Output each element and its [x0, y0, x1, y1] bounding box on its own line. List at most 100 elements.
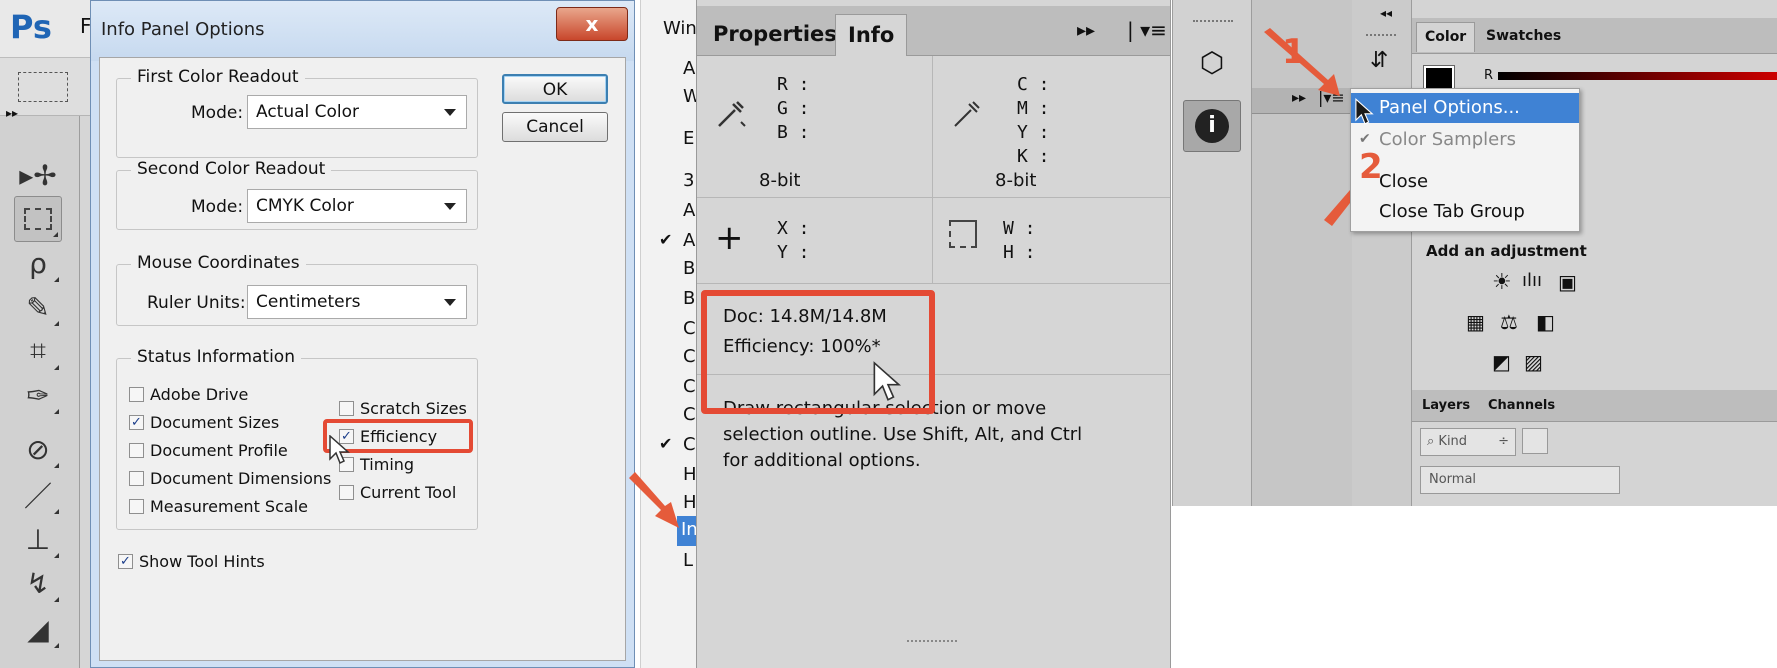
menu-item[interactable]: C — [683, 346, 696, 367]
eyedropper-tool-icon[interactable]: ✑ — [14, 372, 62, 418]
menu-item[interactable]: C — [683, 376, 696, 397]
document-dimensions-checkbox[interactable]: Document Dimensions — [129, 469, 331, 488]
info-panel-icon[interactable]: i — [1183, 100, 1241, 152]
close-button[interactable]: x — [556, 7, 628, 41]
collapse-panel-icon[interactable]: ▸▸ — [1077, 20, 1095, 41]
menu-item[interactable]: C — [683, 318, 696, 339]
healing-brush-tool-icon[interactable]: ⊘ — [14, 426, 62, 472]
menu-item[interactable]: B — [683, 288, 695, 309]
curves-icon[interactable]: ▣ — [1558, 270, 1577, 294]
gradient-map-icon[interactable]: ▨ — [1524, 350, 1543, 374]
chevron-down-icon — [444, 299, 456, 306]
collapse-dock-icon[interactable]: ◂◂ — [1380, 6, 1392, 20]
adobe-drive-checkbox[interactable]: Adobe Drive — [129, 385, 248, 404]
move-tool-icon[interactable]: ▸✢ — [14, 152, 62, 198]
kind-filter-select[interactable]: ⌕ Kind ÷ — [1420, 428, 1516, 456]
document-sizes-checkbox[interactable]: ✓ Document Sizes — [129, 413, 279, 432]
chevron-down-icon — [444, 203, 456, 210]
cursor-arrow-icon — [329, 434, 351, 470]
menu-item[interactable]: L — [683, 550, 693, 571]
menu-item-close-tab-group[interactable]: Close Tab Group — [1379, 201, 1525, 222]
close-icon: x — [585, 12, 599, 36]
readout-k: K : — [1017, 146, 1050, 167]
filter-image-icon[interactable] — [1522, 428, 1548, 454]
menu-item[interactable]: H — [683, 492, 697, 513]
info-panel-options-dialog: Info Panel Options x First Color Readout… — [90, 0, 635, 668]
levels-icon[interactable]: ılıı — [1522, 270, 1542, 291]
readout-c: C : — [1017, 74, 1050, 95]
panel-resize-grip[interactable] — [907, 640, 957, 648]
menu-item[interactable]: 3 — [683, 170, 694, 191]
marquee-preset-icon[interactable] — [18, 72, 68, 102]
show-tool-hints-checkbox[interactable]: ✓ Show Tool Hints — [118, 552, 265, 571]
eraser-tool-icon[interactable]: ◢ — [14, 606, 62, 652]
measurement-scale-checkbox[interactable]: Measurement Scale — [129, 497, 308, 516]
menu-item[interactable]: E — [683, 128, 694, 149]
tab-layers[interactable]: Layers — [1422, 398, 1470, 413]
color-balance-icon[interactable]: ⚖ — [1500, 310, 1518, 334]
second-mode-select[interactable]: CMYK Color — [247, 189, 467, 223]
menu-item[interactable]: A — [683, 200, 695, 221]
menu-item[interactable]: H — [683, 464, 697, 485]
quick-select-tool-icon[interactable]: ✎ — [14, 284, 62, 330]
scratch-sizes-checkbox[interactable]: Scratch Sizes — [339, 399, 467, 418]
panel-menu-icon[interactable]: | ▾≡ — [1127, 18, 1167, 42]
r-slider-track[interactable] — [1498, 72, 1777, 80]
mode-label: Mode: — [191, 103, 244, 123]
tab-info[interactable]: Info — [835, 14, 908, 56]
checkbox-box — [129, 499, 144, 514]
cancel-button[interactable]: Cancel — [502, 112, 608, 142]
ruler-units-label: Ruler Units: — [147, 293, 246, 313]
tab-color[interactable]: Color — [1416, 22, 1476, 52]
dock-grip[interactable] — [1193, 20, 1233, 26]
crosshair-icon: + — [715, 218, 744, 258]
history-brush-tool-icon[interactable]: ↯ — [14, 560, 62, 606]
search-icon: ⌕ — [1427, 434, 1439, 449]
blend-mode-select[interactable]: Normal — [1420, 466, 1620, 494]
tab-channels[interactable]: Channels — [1488, 398, 1555, 413]
arrow-pointer-icon — [627, 470, 683, 537]
ruler-units-select[interactable]: Centimeters — [247, 285, 467, 319]
menu-item[interactable]: C — [683, 434, 696, 455]
menu-item[interactable]: C — [683, 404, 696, 425]
tab-properties[interactable]: Properties — [701, 14, 849, 56]
menu-item[interactable]: A — [683, 230, 695, 251]
checkbox-label: Document Sizes — [150, 413, 280, 432]
bw-icon[interactable]: ◧ — [1536, 310, 1555, 334]
group-legend: First Color Readout — [131, 67, 305, 87]
rgb-bit-depth: 8-bit — [759, 170, 801, 191]
checkmark-icon: ✓ — [129, 415, 144, 430]
stamp-tool-icon[interactable]: ⊥ — [14, 516, 62, 562]
lasso-tool-icon[interactable]: ρ — [14, 240, 62, 286]
collapsed-panel-area: ▸▸ |▾≡ 1 — [1252, 0, 1396, 506]
menu-item-label: Panel Options... — [1379, 97, 1520, 118]
tool-hint-line: for additional options. — [723, 450, 921, 471]
brightness-icon[interactable]: ☀ — [1492, 270, 1512, 295]
history-panel-icon[interactable]: ⇵ — [1370, 48, 1388, 73]
menu-item-close[interactable]: Close — [1379, 171, 1428, 192]
group-legend: Status Information — [131, 347, 301, 367]
menu-item[interactable]: B — [683, 258, 695, 279]
checkbox-label: Current Tool — [360, 483, 457, 502]
window-menu: Win A W E 3 A ✔ A B B C C C C ✔ C H H In… — [629, 0, 701, 668]
menu-item[interactable]: A — [683, 58, 695, 79]
tab-swatches[interactable]: Swatches — [1478, 22, 1569, 52]
first-mode-select[interactable]: Actual Color — [247, 95, 467, 129]
hue-icon[interactable]: ▦ — [1466, 310, 1485, 334]
invert-icon[interactable]: ◩ — [1492, 350, 1511, 374]
brush-tool-icon[interactable]: ／ — [14, 472, 62, 518]
step-1-label: 1 — [1282, 32, 1306, 72]
collapse-toolbox-icon[interactable]: ▸▸ — [6, 106, 18, 120]
dock-grip[interactable] — [1366, 34, 1396, 40]
menu-window[interactable]: Win — [663, 18, 697, 39]
current-tool-checkbox[interactable]: Current Tool — [339, 483, 456, 502]
document-profile-checkbox[interactable]: Document Profile — [129, 441, 288, 460]
status-information-group: Status Information Adobe Drive ✓ Document… — [116, 347, 478, 530]
chevron-down-icon — [444, 109, 456, 116]
ok-button[interactable]: OK — [502, 74, 608, 104]
3d-panel-icon[interactable]: ⬡ — [1183, 36, 1241, 88]
crop-tool-icon[interactable]: ⌗ — [14, 328, 62, 374]
marquee-tool-icon[interactable] — [14, 196, 62, 242]
menu-item-color-samplers[interactable]: Color Samplers — [1379, 129, 1516, 150]
checkbox-label: Show Tool Hints — [139, 552, 265, 571]
